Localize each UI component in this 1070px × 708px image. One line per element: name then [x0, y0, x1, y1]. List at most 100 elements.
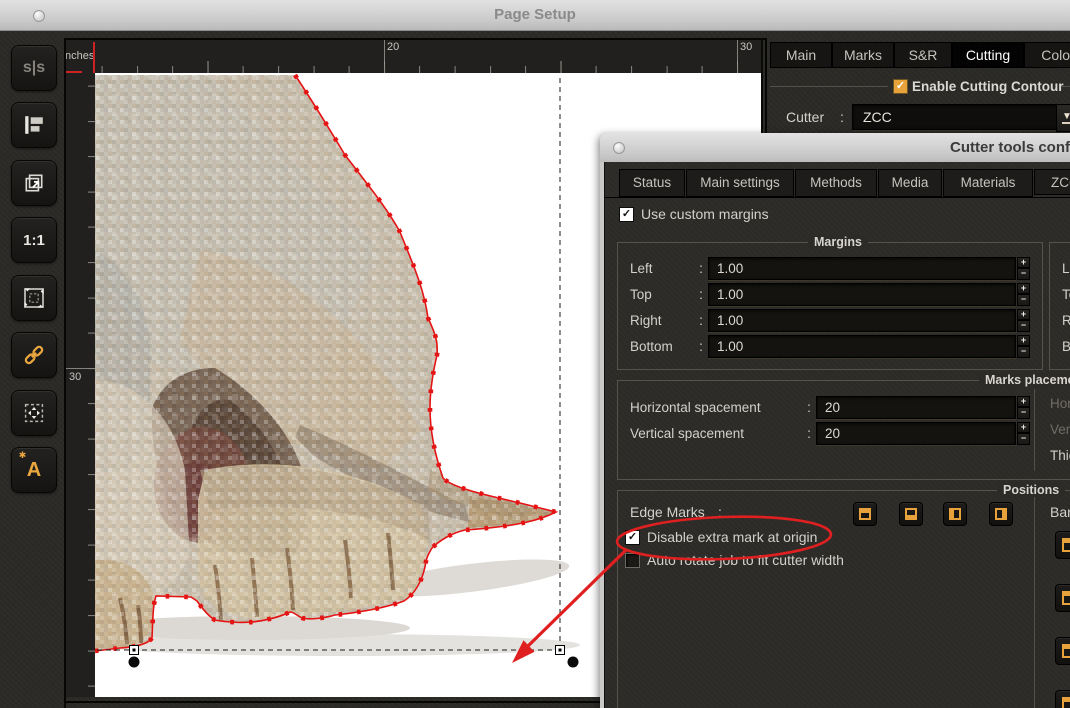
use-custom-margins-checkbox[interactable]: ✓ — [619, 207, 634, 222]
barcode-position-button[interactable] — [1055, 690, 1070, 708]
dialog-tab-main-settings[interactable]: Main settings — [686, 169, 794, 197]
edge-mark-left-button[interactable] — [943, 502, 967, 526]
horizontal-spacement-spinner[interactable]: + − — [1017, 396, 1030, 419]
margins-group-right: Left Top Right Bottom — [1049, 242, 1070, 370]
tab-sr[interactable]: S&R — [894, 42, 952, 68]
spinner-down-icon[interactable]: − — [1017, 433, 1030, 445]
margin-right-input[interactable]: 1.00 — [708, 309, 1016, 332]
ruler-origin-marker-h — [66, 71, 82, 73]
margin-top-spinner[interactable]: + − — [1017, 283, 1030, 306]
margin-left-input[interactable]: 1.00 — [708, 257, 1016, 280]
margin-bottom-input[interactable]: 1.00 — [708, 335, 1016, 358]
selection-handle[interactable] — [556, 646, 565, 655]
text-style-button[interactable]: ✱ A — [11, 447, 57, 493]
dialog-tab-media[interactable]: Media — [878, 169, 942, 197]
horizontal-label-disabled: Horizontal — [1050, 396, 1070, 411]
spinner-up-icon[interactable]: + — [1017, 309, 1030, 321]
margin-right-spinner[interactable]: + − — [1017, 309, 1030, 332]
spinner-down-icon[interactable]: − — [1017, 320, 1030, 332]
use-custom-margins-label: Use custom margins — [641, 206, 769, 222]
spinner-up-icon[interactable]: + — [1017, 335, 1030, 347]
margin-left-label: Left — [1062, 261, 1070, 276]
barcode-position-icon — [1062, 591, 1070, 605]
margin-bottom-label: Bottom — [630, 339, 694, 354]
move-frame-button[interactable] — [11, 390, 57, 436]
dropdown-underline — [1062, 122, 1070, 124]
group-border — [770, 86, 888, 87]
horizontal-spacement-label: Horizontal spacement — [630, 400, 802, 415]
marks-placement-group: Marks placement Horizontal spacement : 2… — [617, 380, 1070, 480]
open-in-new-icon — [23, 172, 45, 194]
barcode-position-icon — [1062, 644, 1070, 658]
barcode-position-button[interactable] — [1055, 531, 1070, 559]
disable-extra-mark-checkbox[interactable]: ✓ — [625, 530, 640, 545]
edge-mark-bottom-button[interactable] — [899, 502, 923, 526]
cutter-dropdown-button[interactable]: ▼ — [1056, 104, 1070, 132]
thickness-label: Thickness — [1050, 448, 1070, 463]
dialog-tab-materials[interactable]: Materials — [943, 169, 1033, 197]
vertical-spacement-input[interactable]: 20 — [816, 422, 1016, 445]
expand-arrows-icon — [22, 401, 46, 425]
barcode-position-button[interactable] — [1055, 584, 1070, 612]
margin-left-spinner[interactable]: + − — [1017, 257, 1030, 280]
spinner-up-icon[interactable]: + — [1017, 283, 1030, 295]
auto-rotate-checkbox[interactable] — [625, 553, 640, 568]
edge-mark-right-icon — [995, 508, 1007, 520]
one-to-one-icon: 1:1 — [23, 232, 45, 249]
edge-mark-bottom-icon — [905, 508, 917, 520]
dialog-title: Cutter tools configuration — [950, 133, 1070, 162]
barcode-position-icon — [1062, 697, 1070, 708]
fit-frame-button[interactable] — [11, 275, 57, 321]
spinner-down-icon[interactable]: − — [1017, 346, 1030, 358]
enable-cutting-contour-checkbox[interactable]: ✓ — [893, 79, 908, 94]
spinner-down-icon[interactable]: − — [1017, 294, 1030, 306]
mirror-tool-button[interactable]: s|s — [11, 45, 57, 91]
dialog-window-button-icon[interactable] — [613, 142, 625, 154]
align-left-icon — [23, 114, 45, 136]
dialog-titlebar[interactable]: Cutter tools configuration — [600, 133, 1070, 162]
tab-cutting[interactable]: Cutting — [952, 42, 1024, 68]
ruler-unit-label: Inches — [66, 40, 96, 73]
v-ruler-label-30: 30 — [69, 371, 81, 383]
edge-marks-colon: : — [718, 504, 722, 520]
link-button[interactable] — [11, 332, 57, 378]
margin-bottom-label: Bottom — [1062, 339, 1070, 354]
registration-mark — [129, 657, 140, 668]
spinner-up-icon[interactable]: + — [1017, 396, 1030, 408]
tab-color[interactable]: Color — [1024, 42, 1070, 68]
spinner-down-icon[interactable]: − — [1017, 268, 1030, 280]
dialog-tab-status[interactable]: Status — [619, 169, 685, 197]
cutter-label: Cutter — [786, 109, 824, 125]
window-button-icon[interactable] — [33, 10, 45, 22]
link-icon — [22, 343, 46, 367]
positions-title: Positions — [997, 483, 1065, 497]
spinner-up-icon[interactable]: + — [1017, 422, 1030, 434]
dialog-tab-zcc[interactable]: ZCC — [1034, 169, 1070, 195]
registration-mark — [568, 657, 579, 668]
export-view-button[interactable] — [11, 160, 57, 206]
selection-frame-icon — [22, 286, 46, 310]
edge-mark-left-icon — [949, 508, 961, 520]
margin-bottom-spinner[interactable]: + − — [1017, 335, 1030, 358]
spinner-up-icon[interactable]: + — [1017, 257, 1030, 269]
edge-mark-right-button[interactable] — [989, 502, 1013, 526]
page-setup-window: Page Setup s|s 1:1 — [0, 0, 1070, 708]
spinner-down-icon[interactable]: − — [1017, 407, 1030, 419]
dialog-tab-methods[interactable]: Methods — [795, 169, 877, 197]
edge-mark-top-button[interactable] — [853, 502, 877, 526]
align-tool-button[interactable] — [11, 102, 57, 148]
barcode-label: Barcode — [1050, 504, 1070, 520]
cutter-colon: : — [840, 109, 844, 125]
vertical-spacement-spinner[interactable]: + − — [1017, 422, 1030, 445]
zoom-1to1-button[interactable]: 1:1 — [11, 217, 57, 263]
cutter-select[interactable]: ZCC — [852, 104, 1066, 130]
selection-handle[interactable] — [130, 646, 139, 655]
tab-marks[interactable]: Marks — [832, 42, 894, 68]
tab-main[interactable]: Main — [770, 42, 832, 68]
margin-right-label: Right — [630, 313, 694, 328]
margin-top-input[interactable]: 1.00 — [708, 283, 1016, 306]
mirror-icon: s|s — [23, 59, 45, 77]
barcode-position-button[interactable] — [1055, 637, 1070, 665]
group-divider — [1034, 389, 1035, 471]
horizontal-spacement-input[interactable]: 20 — [816, 396, 1016, 419]
